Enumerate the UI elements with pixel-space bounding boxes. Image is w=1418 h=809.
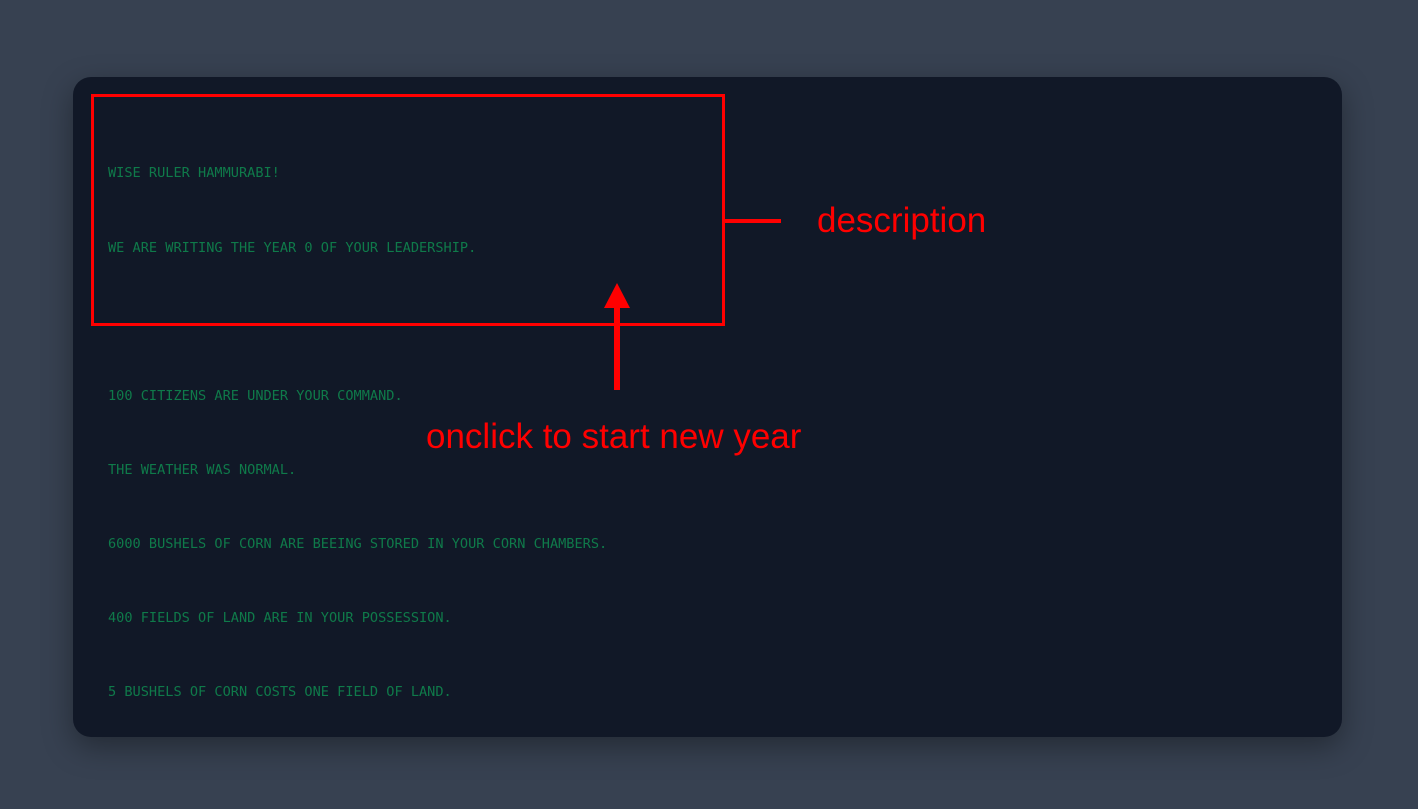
story-line-fields: 400 FIELDS OF LAND ARE IN YOUR POSSESSIO…	[108, 609, 452, 626]
story-line-citizens: 100 CITIZENS ARE UNDER YOUR COMMAND.	[108, 387, 403, 404]
story-line-greeting: WISE RULER HAMMURABI!	[108, 165, 280, 182]
story-line-weather: THE WEATHER WAS NORMAL.	[108, 461, 297, 478]
story-line-land-price: 5 BUSHELS OF CORN COSTS ONE FIELD OF LAN…	[108, 684, 452, 701]
onclick-annotation-label: onclick to start new year	[426, 417, 802, 456]
story-line-blank	[108, 310, 607, 335]
up-arrow-icon	[604, 283, 630, 390]
description-annotation-label: description	[817, 201, 987, 240]
story-line-corn-stored: 6000 BUSHELS OF CORN ARE BEEING STORED I…	[108, 535, 608, 552]
description-connector-line	[725, 219, 781, 223]
story-line-year: WE ARE WRITING THE YEAR 0 OF YOUR LEADER…	[108, 239, 477, 256]
